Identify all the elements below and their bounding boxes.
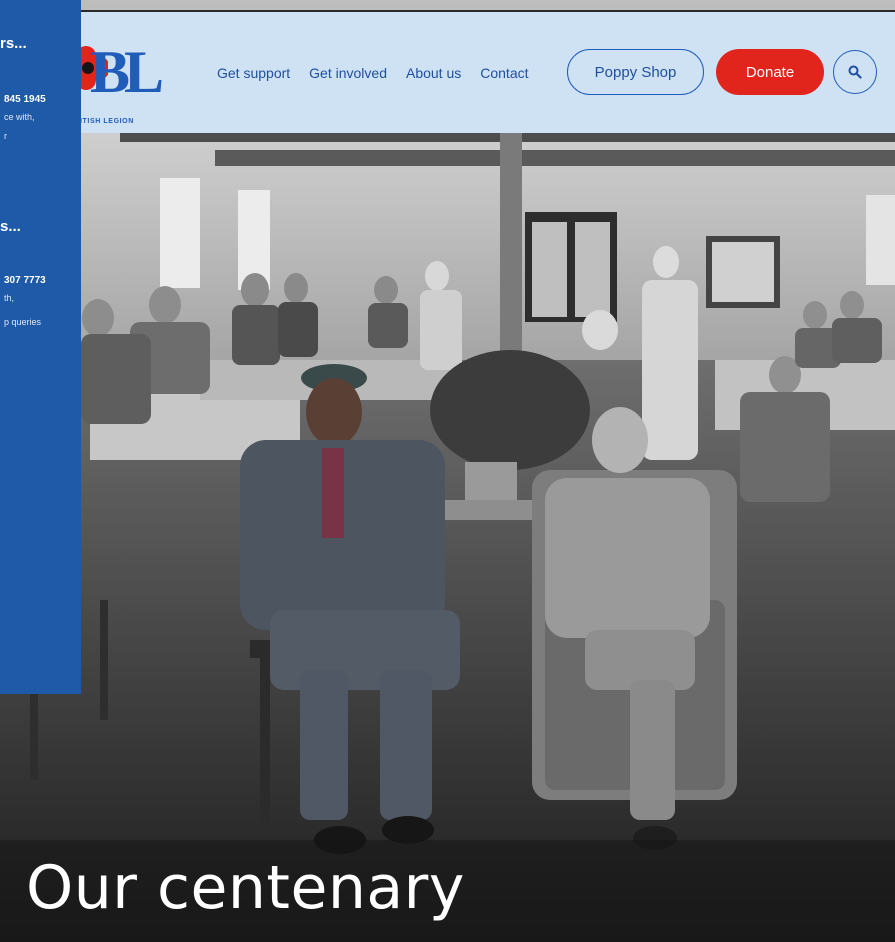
hero-title: Our centenary — [26, 853, 465, 923]
panel-text-2b: p queries — [4, 317, 42, 327]
logo-wordmark: BL — [90, 39, 164, 105]
nav-get-involved[interactable]: Get involved — [309, 65, 387, 81]
donate-button[interactable]: Donate — [716, 49, 824, 95]
panel-phone-1[interactable]: 845 1945 — [4, 94, 46, 105]
contact-side-panel: rs... 845 1945 ce with, r s... 307 7773 … — [0, 0, 81, 694]
poppy-shop-button[interactable]: Poppy Shop — [567, 49, 704, 95]
site-header: BL ITISH LEGION Get support Get involved… — [80, 10, 895, 133]
panel-heading-1: rs... — [0, 35, 27, 52]
main-nav: Get support Get involved About us Contac… — [217, 12, 548, 133]
nav-about-us[interactable]: About us — [406, 65, 461, 81]
hero-photo-illustration — [0, 130, 895, 942]
search-button[interactable] — [833, 50, 877, 94]
panel-text-1b: r — [4, 131, 7, 141]
nav-get-support[interactable]: Get support — [217, 65, 290, 81]
logo[interactable]: BL ITISH LEGION — [80, 28, 164, 125]
panel-text-2a: th, — [4, 293, 15, 303]
search-icon — [848, 65, 862, 79]
panel-phone-2[interactable]: 307 7773 — [4, 275, 46, 286]
panel-text-1a: ce with, — [4, 112, 35, 122]
hero-image: Our centenary — [0, 0, 895, 942]
logo-subtitle: ITISH LEGION — [80, 118, 134, 125]
nav-contact[interactable]: Contact — [480, 65, 528, 81]
panel-heading-2: s... — [0, 218, 21, 235]
